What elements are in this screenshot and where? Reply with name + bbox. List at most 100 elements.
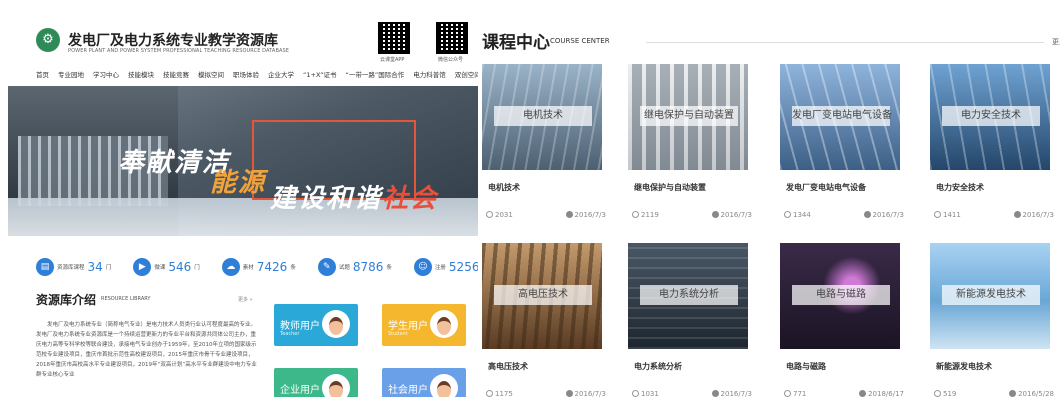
- course-thumbnail[interactable]: 发电厂变电站电气设备: [780, 64, 900, 170]
- course-thumbnail[interactable]: 电力安全技术: [930, 64, 1050, 170]
- course-views: 2119: [632, 211, 659, 219]
- nav-item-workplace[interactable]: 职场体验: [233, 69, 259, 79]
- intro-title-en: RESOURCE LIBRARY: [101, 296, 151, 302]
- intro-more-link[interactable]: 更多 »: [238, 296, 253, 303]
- stat-microcourses: ▶ 微课 546 门: [133, 258, 200, 276]
- course-thumbnail[interactable]: 高电压技术: [482, 243, 602, 349]
- course-thumbnail[interactable]: 电路与磁路: [780, 243, 900, 349]
- enterprise-avatar-icon: [322, 374, 350, 397]
- slogan-society: 社会: [382, 184, 439, 214]
- views-icon: [632, 211, 639, 218]
- stat-courses: ▤ 资源库课程 34 门: [36, 258, 111, 276]
- slogan-build-harmony-text: 建设和谐: [270, 184, 383, 214]
- wechat-qr-code-icon: [436, 22, 468, 54]
- course-thumbnail[interactable]: 继电保护与自动装置: [628, 64, 748, 170]
- date-value: 2016/7/3: [574, 390, 606, 397]
- nav-item-learning[interactable]: 学习中心: [93, 69, 119, 79]
- nav-item-enterprise[interactable]: 企业大学: [268, 69, 294, 79]
- course-thumbnail[interactable]: 新能源发电技术: [930, 243, 1050, 349]
- views-count: 1031: [641, 390, 659, 397]
- student-user-card[interactable]: 学生用户 Student: [382, 304, 466, 346]
- course-date: 2016/7/3: [711, 390, 752, 397]
- intro-paragraph: 发电厂及电力系统专业（简称电气专业）是电力技术人员类行业认可程度最高的专业。发电…: [36, 322, 257, 378]
- clock-icon: [1013, 211, 1021, 218]
- course-name[interactable]: 电机技术: [488, 182, 520, 193]
- views-count: 1411: [943, 211, 961, 219]
- clock-icon: [863, 211, 871, 218]
- hero-banner[interactable]: 奉献清洁 能源 建设和谐社会: [8, 86, 478, 236]
- course-name[interactable]: 发电厂变电站电气设备: [786, 182, 866, 193]
- course-name[interactable]: 新能源发电技术: [936, 361, 992, 372]
- stat-label: 素材: [242, 265, 254, 271]
- views-icon: [632, 390, 639, 397]
- course-center-more-link[interactable]: 更多: [1052, 37, 1060, 47]
- course-icon: ▤: [36, 258, 54, 276]
- views-count: 519: [943, 390, 957, 397]
- teacher-avatar-icon: [322, 310, 350, 338]
- enterprise-user-card[interactable]: 企业用户: [274, 368, 358, 397]
- user-card-label: 企业用户: [280, 385, 320, 396]
- course-date: 2016/5/28: [1009, 390, 1054, 397]
- course-date: 2016/7/3: [711, 211, 752, 219]
- nav-item-simulation[interactable]: 模拟空间: [198, 69, 224, 79]
- course-center-title-en: COURSE CENTER: [550, 37, 610, 45]
- teacher-user-card[interactable]: 教师用户 Teacher: [274, 304, 358, 346]
- course-views: 771: [784, 390, 806, 397]
- nav-item-major[interactable]: 专业园地: [58, 69, 84, 79]
- course-name[interactable]: 电力系统分析: [634, 361, 682, 372]
- stat-unit: 条: [386, 265, 392, 271]
- users-icon: ☺: [413, 258, 432, 276]
- nav-item-1x-cert[interactable]: “1+X”证书: [303, 69, 337, 79]
- site-logo-icon[interactable]: ⚙: [36, 28, 60, 52]
- views-count: 771: [793, 390, 807, 397]
- stat-label: 资源库课程: [57, 265, 85, 271]
- thumbnail-label: 继电保护与自动装置: [644, 110, 734, 121]
- thumbnail-label: 发电厂变电站电气设备: [792, 110, 892, 121]
- clock-icon: [1009, 390, 1017, 397]
- views-icon: [486, 390, 493, 397]
- course-center-panel: 课程中心 COURSE CENTER 更多 电机技术电机技术20312016/7…: [478, 0, 1060, 397]
- public-user-card[interactable]: 社会用户: [382, 368, 466, 397]
- stat-value: 52562: [448, 260, 478, 274]
- course-date: 2016/7/3: [1013, 211, 1054, 219]
- nav-item-belt-road[interactable]: “一带一路”国际合作: [346, 69, 405, 79]
- left-site-panel: ⚙ 发电厂及电力系统专业教学资源库 POWER PLANT AND POWER …: [0, 0, 478, 397]
- user-card-sub: Student: [388, 331, 408, 337]
- course-views: 1031: [632, 390, 659, 397]
- course-name[interactable]: 电力安全技术: [936, 182, 984, 193]
- app-qr-label: 云课堂APP: [380, 57, 405, 63]
- course-name[interactable]: 继电保护与自动装置: [634, 182, 706, 193]
- nav-item-skill-modules[interactable]: 技能模块: [128, 69, 154, 79]
- nav-item-innovation[interactable]: 双创空间: [455, 69, 478, 79]
- stats-bar: ▤ 资源库课程 34 门 ▶ 微课 546 门 ☁ 素材 7426 条 ✎ 试题…: [36, 258, 478, 276]
- course-center-title: 课程中心: [482, 33, 550, 53]
- slogan-build-harmony: 建设和谐社会: [270, 178, 438, 215]
- clock-icon: [711, 390, 719, 397]
- views-icon: [486, 211, 493, 218]
- nav-item-competition[interactable]: 技能竞赛: [163, 69, 189, 79]
- stat-value: 546: [168, 260, 192, 274]
- course-name[interactable]: 高电压技术: [488, 361, 528, 372]
- date-value: 2016/7/3: [720, 390, 752, 397]
- date-value: 2016/7/3: [1022, 211, 1054, 219]
- course-views: 1344: [784, 211, 811, 219]
- slogan-energy: 能源: [210, 168, 267, 198]
- nav-item-home[interactable]: 首页: [36, 69, 49, 79]
- stat-unit: 条: [290, 265, 296, 271]
- clock-icon: [859, 390, 867, 397]
- site-header: ⚙ 发电厂及电力系统专业教学资源库 POWER PLANT AND POWER …: [0, 0, 478, 64]
- views-count: 1175: [495, 390, 513, 397]
- nav-item-science[interactable]: 电力科普馆: [413, 69, 446, 79]
- video-icon: ▶: [133, 258, 152, 276]
- course-thumbnail[interactable]: 电力系统分析: [628, 243, 748, 349]
- views-icon: [784, 211, 791, 218]
- stat-value: 7426: [256, 260, 288, 274]
- course-name[interactable]: 电路与磁路: [786, 361, 826, 372]
- stat-questions: ✎ 试题 8786 条: [317, 258, 392, 276]
- student-avatar-icon: [430, 310, 458, 338]
- course-thumbnail[interactable]: 电机技术: [482, 64, 602, 170]
- stat-unit: 门: [194, 265, 200, 271]
- stat-unit: 门: [105, 265, 112, 271]
- user-card-label: 学生用户: [388, 321, 428, 332]
- date-value: 2016/7/3: [720, 211, 752, 219]
